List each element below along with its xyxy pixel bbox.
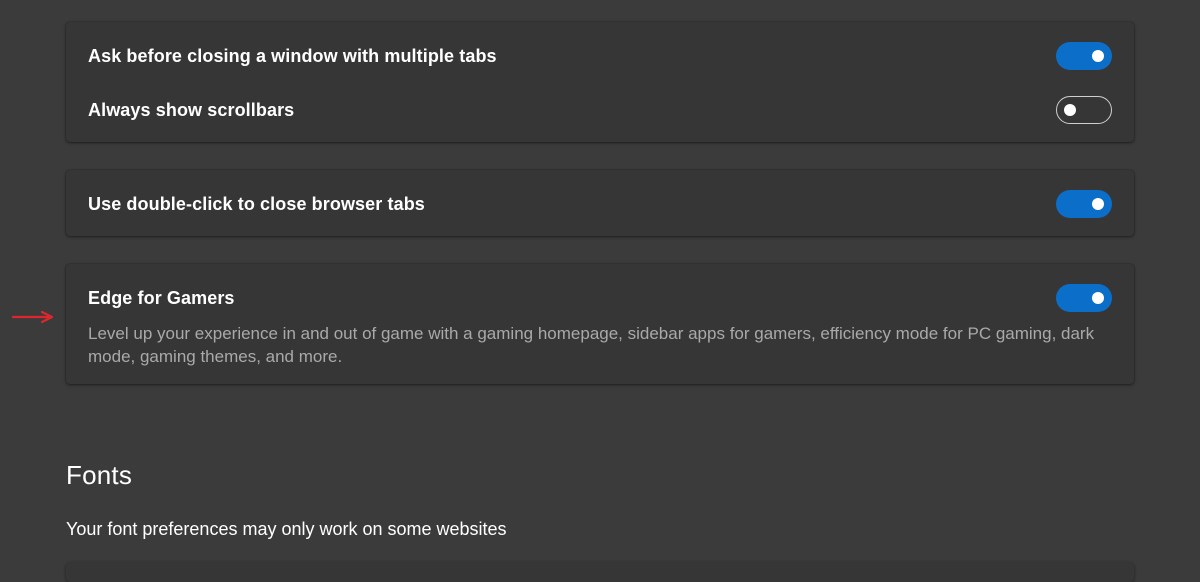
setting-label-double-click-close: Use double-click to close browser tabs — [88, 193, 425, 214]
toggle-knob — [1064, 104, 1076, 116]
section-subtitle-fonts: Your font preferences may only work on s… — [66, 519, 507, 539]
toggle-knob — [1092, 292, 1104, 304]
settings-card-edge-for-gamers: Edge for Gamers Level up your experience… — [66, 264, 1134, 384]
toggle-edge-for-gamers[interactable] — [1056, 284, 1112, 312]
setting-label-always-show-scrollbars: Always show scrollbars — [88, 99, 295, 120]
setting-row-double-click-close: Use double-click to close browser tabs — [88, 190, 1112, 218]
toggle-double-click-close[interactable] — [1056, 190, 1112, 218]
setting-label-edge-for-gamers: Edge for Gamers — [88, 287, 235, 308]
setting-row-always-show-scrollbars: Always show scrollbars — [88, 96, 1112, 124]
settings-card-tabs: Ask before closing a window with multipl… — [66, 22, 1134, 142]
red-arrow-right-icon — [12, 310, 54, 324]
setting-label-ask-before-closing: Ask before closing a window with multipl… — [88, 45, 497, 66]
section-title-fonts: Fonts — [66, 460, 133, 490]
setting-row-edge-for-gamers: Edge for Gamers — [88, 284, 1112, 312]
setting-row-ask-before-closing: Ask before closing a window with multipl… — [88, 42, 1112, 70]
setting-description-edge-for-gamers: Level up your experience in and out of g… — [88, 324, 1095, 366]
settings-card-fonts — [66, 562, 1134, 582]
toggle-always-show-scrollbars[interactable] — [1056, 96, 1112, 124]
toggle-knob — [1092, 50, 1104, 62]
toggle-knob — [1092, 198, 1104, 210]
settings-card-double-click: Use double-click to close browser tabs — [66, 170, 1134, 236]
toggle-ask-before-closing[interactable] — [1056, 42, 1112, 70]
